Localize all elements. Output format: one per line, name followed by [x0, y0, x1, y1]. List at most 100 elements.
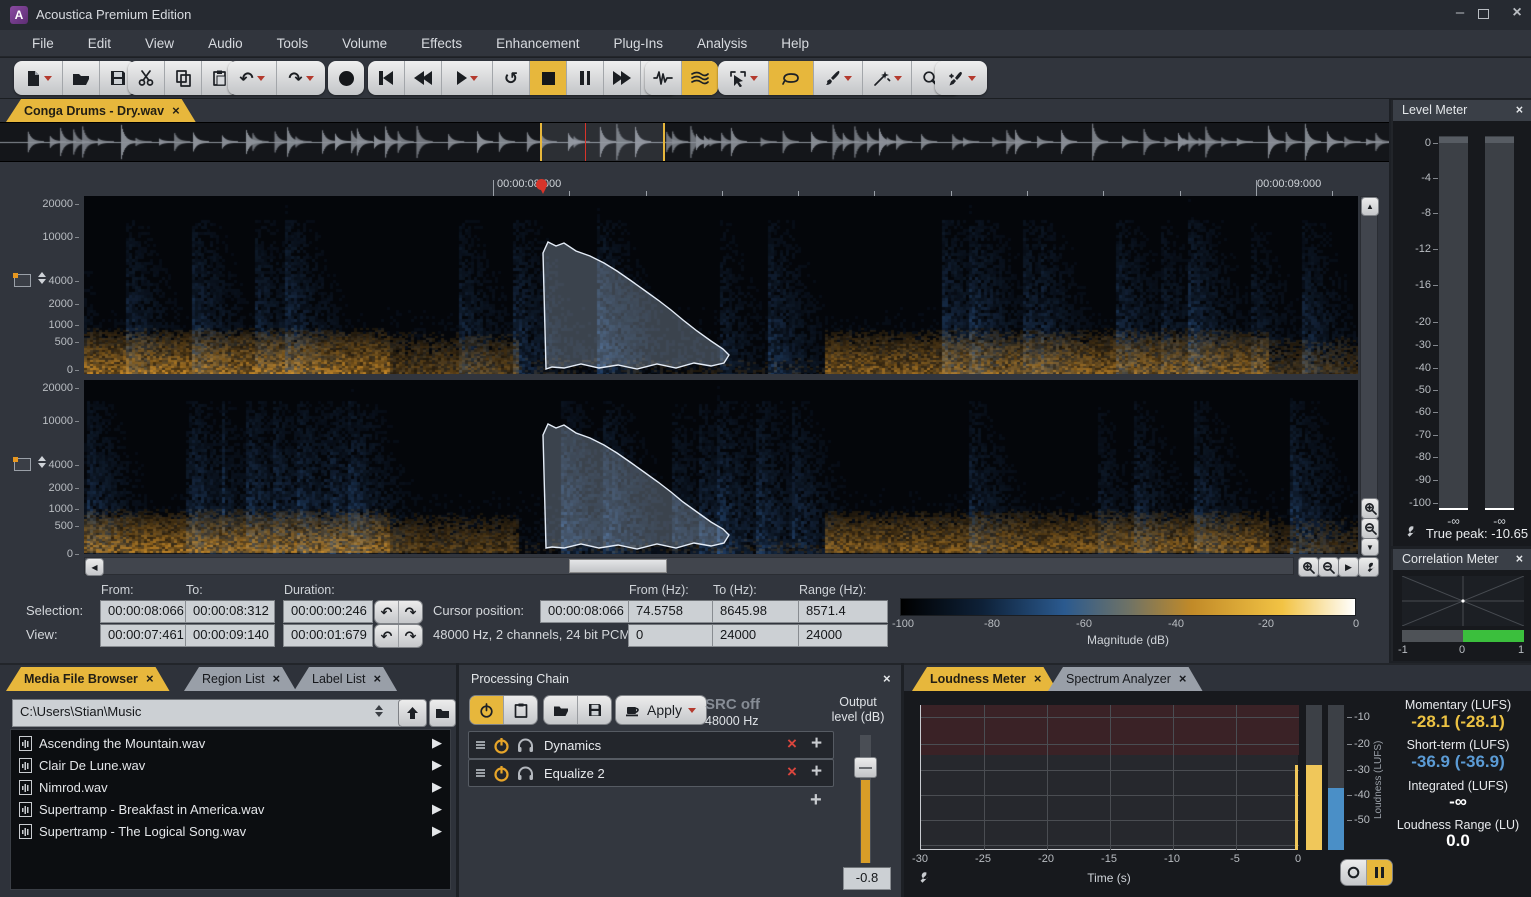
tab-media-file-browser[interactable]: Media File Browser: [6, 667, 170, 691]
preview-play-icon[interactable]: [432, 823, 442, 839]
chain-effect-row[interactable]: Equalize 2: [468, 759, 834, 787]
close-button[interactable]: [1505, 4, 1529, 26]
copy-button[interactable]: [165, 61, 202, 95]
output-level-value-field[interactable]: -0.8: [843, 867, 891, 890]
horizontal-scrollbar[interactable]: [84, 557, 1294, 575]
full-from-hz-field[interactable]: 0: [628, 624, 716, 647]
menu-plugins[interactable]: Plug-Ins: [596, 36, 680, 51]
scroll-down-button[interactable]: [1361, 538, 1379, 556]
selection-duration-field[interactable]: 00:00:00:246: [283, 600, 373, 623]
add-effect-icon[interactable]: [811, 733, 822, 755]
h-scroll-play-button[interactable]: [1338, 557, 1359, 577]
v-zoom-out-button[interactable]: [1361, 518, 1379, 539]
fast-forward-button[interactable]: [604, 61, 641, 95]
drag-handle-icon[interactable]: [476, 768, 485, 779]
overview-selection[interactable]: [541, 123, 665, 161]
output-level-slider-handle[interactable]: [854, 757, 877, 778]
view-undo-button[interactable]: [375, 625, 399, 647]
output-level-slider[interactable]: [860, 735, 871, 863]
file-list-item[interactable]: Clair De Lune.wav: [11, 754, 450, 776]
menu-audio[interactable]: Audio: [191, 36, 260, 51]
redo-button[interactable]: [277, 61, 325, 95]
folder-up-button[interactable]: [398, 699, 427, 727]
browse-folder-button[interactable]: [429, 699, 456, 727]
play-button[interactable]: [442, 61, 493, 95]
menu-help[interactable]: Help: [764, 36, 826, 51]
rewind-button[interactable]: [405, 61, 442, 95]
document-tab-close-icon[interactable]: [172, 99, 180, 123]
spectrogram-view-button[interactable]: [682, 61, 718, 95]
menu-tools[interactable]: Tools: [260, 36, 326, 51]
menu-file[interactable]: File: [15, 36, 71, 51]
tab-label-list[interactable]: Label List: [294, 667, 397, 691]
chain-effect-row[interactable]: Dynamics: [468, 731, 834, 759]
processing-chain-close-icon[interactable]: [883, 671, 891, 686]
effect-power-icon[interactable]: [493, 737, 510, 754]
file-list-item[interactable]: Supertramp - Breakfast in America.wav: [11, 798, 450, 820]
view-duration-field[interactable]: 00:00:01:679: [283, 624, 373, 647]
chain-open-button[interactable]: [544, 696, 578, 724]
remove-effect-icon[interactable]: [787, 762, 797, 782]
loudness-reset-button[interactable]: [1341, 860, 1367, 885]
loudness-pause-button[interactable]: [1367, 860, 1392, 885]
append-effect-icon[interactable]: [810, 789, 822, 812]
effect-power-icon[interactable]: [493, 765, 510, 782]
selection-polygon-channel-2[interactable]: [84, 380, 1358, 554]
tab-spectrum-analyzer[interactable]: Spectrum Analyzer: [1048, 667, 1203, 691]
cut-button[interactable]: [128, 61, 165, 95]
preview-play-icon[interactable]: [432, 735, 442, 751]
undo-button[interactable]: [228, 61, 277, 95]
preview-play-icon[interactable]: [432, 801, 442, 817]
channel-1-select-icon[interactable]: [14, 274, 31, 287]
view-redo-button[interactable]: [399, 625, 422, 647]
view-settings-wrench-button[interactable]: [1358, 557, 1379, 577]
drag-handle-icon[interactable]: [476, 740, 485, 751]
remove-effect-icon[interactable]: [787, 734, 797, 754]
effect-monitor-headphones-icon[interactable]: [517, 738, 534, 753]
file-list-item[interactable]: Supertramp - The Logical Song.wav: [11, 820, 450, 842]
menu-effects[interactable]: Effects: [404, 36, 479, 51]
tab-close-icon[interactable]: [146, 667, 154, 691]
level-meter-close-icon[interactable]: [1516, 100, 1523, 121]
minimize-button[interactable]: [1448, 4, 1472, 26]
v-zoom-in-button[interactable]: [1361, 498, 1379, 519]
overview-waveform-canvas[interactable]: [0, 123, 1389, 161]
scroll-left-button[interactable]: [85, 558, 104, 576]
folder-path-spinner-icon[interactable]: [375, 705, 383, 717]
menu-analysis[interactable]: Analysis: [680, 36, 764, 51]
file-list-item[interactable]: Nimrod.wav: [11, 776, 450, 798]
overview-selection-right-handle[interactable]: [663, 123, 665, 161]
selection-polygon-channel-1[interactable]: [84, 196, 1358, 374]
view-from-field[interactable]: 00:00:07:461: [100, 624, 190, 647]
maximize-button[interactable]: [1478, 9, 1489, 19]
vertical-scrollbar[interactable]: [1360, 196, 1378, 555]
waveform-overview[interactable]: [0, 122, 1389, 162]
apply-chain-button[interactable]: Apply: [615, 695, 707, 725]
full-to-hz-field[interactable]: 24000: [712, 624, 800, 647]
tab-close-icon[interactable]: [1034, 667, 1042, 691]
stop-button[interactable]: [530, 61, 567, 95]
h-zoom-out-button[interactable]: [1318, 557, 1339, 577]
loudness-settings-wrench-icon[interactable]: [914, 870, 929, 890]
channel-2-select-icon[interactable]: [14, 458, 31, 471]
view-to-field[interactable]: 00:00:09:140: [185, 624, 275, 647]
menu-edit[interactable]: Edit: [71, 36, 128, 51]
go-to-start-button[interactable]: [368, 61, 405, 95]
level-meter-settings-wrench-icon[interactable]: [1401, 524, 1416, 544]
pause-button[interactable]: [567, 61, 604, 95]
retouch-tool-button[interactable]: [935, 61, 987, 95]
cursor-from-hz-field[interactable]: 74.5758: [628, 600, 716, 623]
menu-volume[interactable]: Volume: [325, 36, 404, 51]
tab-region-list[interactable]: Region List: [184, 667, 296, 691]
channel-1-zoom-stepper[interactable]: [38, 272, 46, 284]
tab-loudness-meter[interactable]: Loudness Meter: [912, 667, 1057, 691]
time-ruler[interactable]: 00:00:08:000 00:00:09:000: [84, 176, 1358, 196]
chain-paste-button[interactable]: [504, 696, 537, 724]
correlation-meter-close-icon[interactable]: [1516, 549, 1523, 570]
record-button[interactable]: [328, 61, 364, 95]
preview-play-icon[interactable]: [432, 757, 442, 773]
brush-tool-button[interactable]: [814, 61, 863, 95]
h-zoom-in-button[interactable]: [1298, 557, 1319, 577]
selection-to-field[interactable]: 00:00:08:312: [185, 600, 275, 623]
magic-wand-tool-button[interactable]: [863, 61, 912, 95]
